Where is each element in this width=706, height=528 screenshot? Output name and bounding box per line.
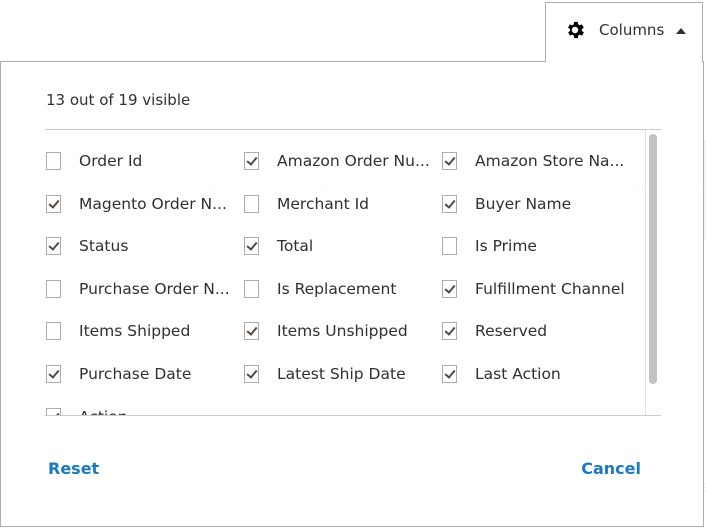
columns-button-label: Columns — [599, 21, 665, 39]
columns-button[interactable]: Columns — [545, 2, 703, 62]
column-option[interactable]: Total — [244, 235, 313, 257]
visible-count: 13 out of 19 visible — [46, 91, 191, 109]
checkbox[interactable] — [244, 365, 259, 383]
column-option-label: Merchant Id — [277, 194, 370, 213]
column-option[interactable]: Merchant Id — [244, 193, 369, 215]
column-option-label: Order Id — [79, 152, 143, 170]
gear-icon — [568, 21, 584, 39]
columns-list: Action Last Action Latest Ship Date Purchas… — [45, 129, 661, 416]
column-option-label: Amazon Order Nu... — [277, 152, 430, 170]
column-option[interactable]: Items Shipped — [46, 320, 190, 342]
column-option-label: Total — [277, 237, 314, 256]
column-option[interactable]: Items Unshipped — [244, 320, 408, 342]
column-option-label: Latest Ship Date — [277, 365, 406, 383]
checkbox[interactable] — [442, 194, 457, 213]
checkbox[interactable] — [244, 322, 259, 341]
column-option-label: Buyer Name — [475, 194, 572, 213]
column-option-label: Action — [79, 408, 128, 415]
column-option[interactable]: Buyer Name — [442, 193, 571, 215]
column-option-label: Fulfillment Channel — [475, 279, 625, 298]
column-option-label: Is Replacement — [277, 279, 397, 298]
checkbox[interactable] — [244, 194, 259, 213]
column-option-label: Items Shipped — [79, 322, 191, 341]
checkbox[interactable] — [442, 322, 457, 341]
column-option[interactable]: Latest Ship Date — [244, 363, 406, 385]
checkbox[interactable] — [46, 194, 61, 213]
column-option-label: Amazon Store Na... — [475, 152, 625, 170]
column-option-label: Magento Order N... — [79, 194, 227, 213]
checkbox[interactable] — [46, 152, 61, 170]
column-option-label: Status — [79, 237, 129, 256]
cancel-button[interactable]: Cancel — [581, 459, 641, 478]
caret-up-icon — [676, 28, 686, 34]
checkbox[interactable] — [442, 152, 457, 170]
checkbox[interactable] — [46, 279, 61, 298]
column-option[interactable]: Reserved — [442, 320, 547, 342]
column-option-label: Purchase Order N... — [79, 279, 230, 298]
checkbox[interactable] — [244, 237, 259, 256]
column-option-label: Reserved — [475, 322, 548, 341]
column-option[interactable]: Fulfillment Channel — [442, 278, 625, 300]
column-option[interactable]: Is Replacement — [244, 278, 396, 300]
columns-panel: 13 out of 19 visible Action Last Action La… — [0, 61, 704, 527]
checkbox[interactable] — [244, 152, 259, 170]
column-option[interactable]: Amazon Order Nu... — [244, 150, 430, 172]
column-option[interactable]: Last Action — [442, 363, 561, 385]
checkbox[interactable] — [46, 365, 61, 383]
column-option[interactable]: Amazon Store Na... — [442, 150, 624, 172]
column-option[interactable]: Action — [46, 406, 128, 415]
checkbox[interactable] — [46, 407, 61, 415]
column-option[interactable]: Magento Order N... — [46, 193, 227, 215]
column-option[interactable]: Is Prime — [442, 235, 537, 257]
column-option-label: Items Unshipped — [277, 322, 408, 341]
checkbox[interactable] — [442, 237, 457, 256]
column-option[interactable]: Purchase Date — [46, 363, 191, 385]
column-option-label: Is Prime — [475, 237, 537, 256]
checkbox[interactable] — [46, 237, 61, 256]
column-option-label: Purchase Date — [79, 365, 192, 383]
scrollbar-thumb[interactable] — [649, 134, 657, 384]
checkbox[interactable] — [442, 279, 457, 298]
column-option[interactable]: Status — [46, 235, 128, 257]
checkbox[interactable] — [244, 279, 259, 298]
column-option-label: Last Action — [475, 365, 561, 383]
reset-button[interactable]: Reset — [48, 459, 99, 478]
column-option[interactable]: Purchase Order N... — [46, 278, 230, 300]
checkbox[interactable] — [46, 322, 61, 341]
checkbox[interactable] — [442, 365, 457, 383]
column-option[interactable]: Order Id — [46, 150, 142, 172]
